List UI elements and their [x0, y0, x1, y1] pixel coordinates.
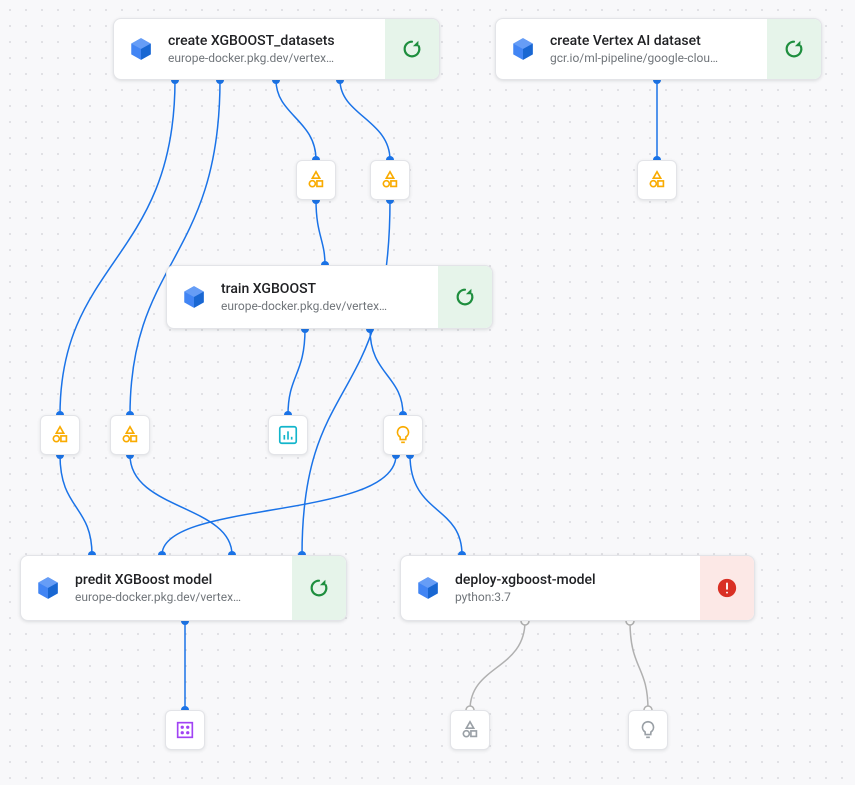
node-subtitle: python:3.7 — [455, 590, 700, 604]
node-title: create XGBOOST_datasets — [168, 33, 385, 49]
cube-icon — [21, 556, 75, 620]
status-error-icon — [700, 556, 754, 620]
status-cached-icon — [292, 556, 346, 620]
cube-icon — [496, 19, 550, 79]
node-subtitle: europe-docker.pkg.dev/vertex… — [75, 590, 292, 604]
artifact-grid-icon[interactable] — [165, 710, 205, 750]
node-title: train XGBOOST — [221, 281, 438, 297]
artifact-shapes-icon[interactable] — [110, 415, 150, 455]
artifact-shapes-icon[interactable] — [40, 415, 80, 455]
artifact-bulb-icon[interactable] — [628, 710, 668, 750]
cube-icon — [167, 266, 221, 328]
status-cached-icon — [385, 19, 439, 79]
artifact-metrics-icon[interactable] — [268, 415, 308, 455]
node-predict-xgboost-model[interactable]: predit XGBoost model europe-docker.pkg.d… — [20, 555, 347, 621]
node-subtitle: europe-docker.pkg.dev/vertex… — [168, 51, 385, 65]
artifact-shapes-icon[interactable] — [296, 160, 336, 200]
node-create-xgboost-datasets[interactable]: create XGBOOST_datasets europe-docker.pk… — [113, 18, 440, 80]
artifact-shapes-icon[interactable] — [450, 710, 490, 750]
node-title: create Vertex AI dataset — [550, 33, 767, 49]
cube-icon — [401, 556, 455, 620]
node-train-xgboost[interactable]: train XGBOOST europe-docker.pkg.dev/vert… — [166, 265, 493, 329]
node-deploy-xgboost-model[interactable]: deploy-xgboost-model python:3.7 — [400, 555, 755, 621]
node-subtitle: europe-docker.pkg.dev/vertex… — [221, 299, 438, 313]
node-title: predit XGBoost model — [75, 572, 292, 588]
artifact-bulb-icon[interactable] — [383, 415, 423, 455]
cube-icon — [114, 19, 168, 79]
edge-layer — [0, 0, 855, 785]
artifact-shapes-icon[interactable] — [370, 160, 410, 200]
node-title: deploy-xgboost-model — [455, 572, 700, 588]
node-subtitle: gcr.io/ml-pipeline/google-clou… — [550, 51, 767, 65]
node-create-vertex-ai-dataset[interactable]: create Vertex AI dataset gcr.io/ml-pipel… — [495, 18, 822, 80]
status-cached-icon — [767, 19, 821, 79]
status-cached-icon — [438, 266, 492, 328]
artifact-shapes-icon[interactable] — [637, 160, 677, 200]
